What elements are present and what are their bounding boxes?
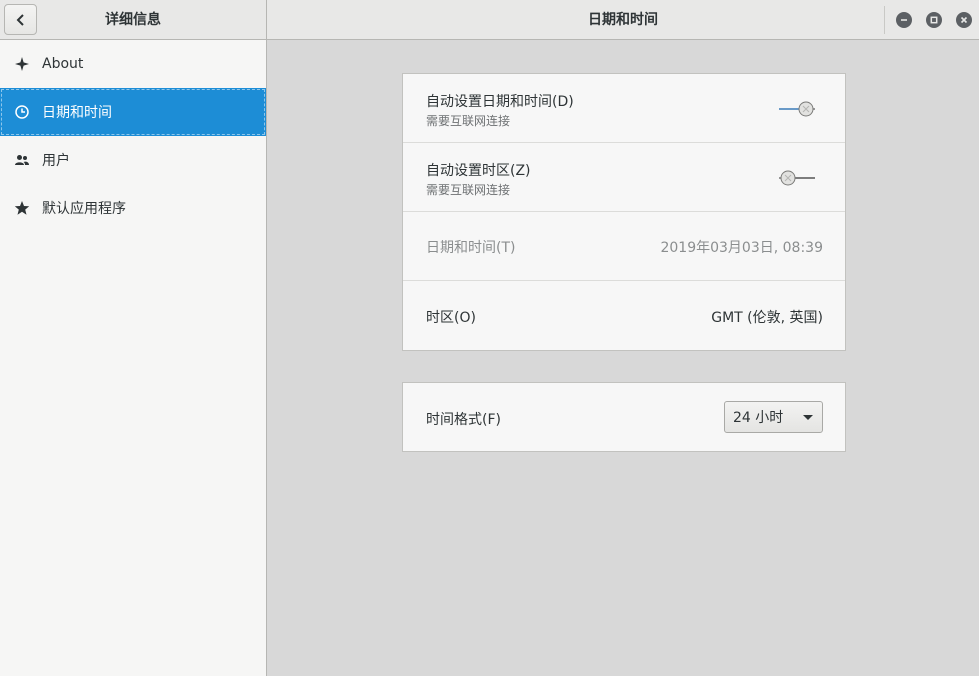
dropdown-value: 24 小时 [733, 410, 784, 426]
users-icon [14, 152, 30, 168]
row-subtitle: 需要互联网连接 [426, 183, 511, 197]
chevron-down-icon [803, 415, 813, 420]
minimize-button[interactable] [896, 12, 912, 28]
row-title: 日期和时间(T) [426, 240, 516, 256]
time-format-card: 时间格式(F) 24 小时 [402, 382, 846, 452]
sidebar-item-label: 日期和时间 [42, 105, 112, 121]
sidebar-item-label: 用户 [42, 153, 70, 169]
auto-timezone-switch[interactable] [779, 170, 815, 186]
sidebar-item-users[interactable]: 用户 [0, 136, 266, 184]
sidebar-title: 详细信息 [105, 12, 161, 28]
sidebar-item-default-apps[interactable]: 默认应用程序 [0, 184, 266, 232]
auto-datetime-row[interactable]: 自动设置日期和时间(D) 需要互联网连接 [403, 74, 845, 143]
timezone-row[interactable]: 时区(O) GMT (伦敦, 英国) [403, 281, 845, 350]
sidebar: About 日期和时间 用户 默认应用程序 [0, 40, 267, 676]
clock-icon [14, 104, 30, 120]
time-format-row: 时间格式(F) 24 小时 [403, 383, 845, 451]
sidebar-header: 详细信息 [0, 0, 267, 40]
row-title: 时间格式(F) [426, 412, 501, 428]
row-subtitle: 需要互联网连接 [426, 114, 511, 128]
maximize-icon [930, 16, 938, 24]
datetime-row: 日期和时间(T) 2019年03月03日, 08:39 [403, 212, 845, 281]
row-title: 自动设置时区(Z) [426, 163, 531, 179]
datetime-settings-card: 自动设置日期和时间(D) 需要互联网连接 自动设置时区(Z) 需要互联网连接 日… [402, 73, 846, 351]
maximize-button[interactable] [926, 12, 942, 28]
row-title: 时区(O) [426, 310, 476, 326]
back-button[interactable] [4, 4, 37, 35]
auto-datetime-switch[interactable] [779, 101, 815, 117]
sparkle-icon [14, 56, 30, 72]
time-format-dropdown[interactable]: 24 小时 [724, 401, 823, 433]
auto-timezone-row[interactable]: 自动设置时区(Z) 需要互联网连接 [403, 143, 845, 212]
timezone-value: GMT (伦敦, 英国) [711, 310, 823, 326]
sidebar-item-label: 默认应用程序 [42, 201, 126, 217]
sidebar-item-label: About [42, 56, 84, 72]
row-title: 自动设置日期和时间(D) [426, 94, 574, 110]
chevron-left-icon [16, 13, 24, 26]
minimize-icon [901, 19, 907, 21]
header-separator [884, 6, 885, 34]
close-button[interactable] [956, 12, 972, 28]
datetime-value: 2019年03月03日, 08:39 [660, 240, 823, 256]
sidebar-item-about[interactable]: About [0, 40, 266, 88]
header-bar: 日期和时间 [267, 0, 979, 40]
page-title: 日期和时间 [588, 12, 658, 28]
star-icon [14, 200, 30, 216]
close-icon [960, 16, 968, 24]
sidebar-item-date-time[interactable]: 日期和时间 [0, 88, 266, 136]
